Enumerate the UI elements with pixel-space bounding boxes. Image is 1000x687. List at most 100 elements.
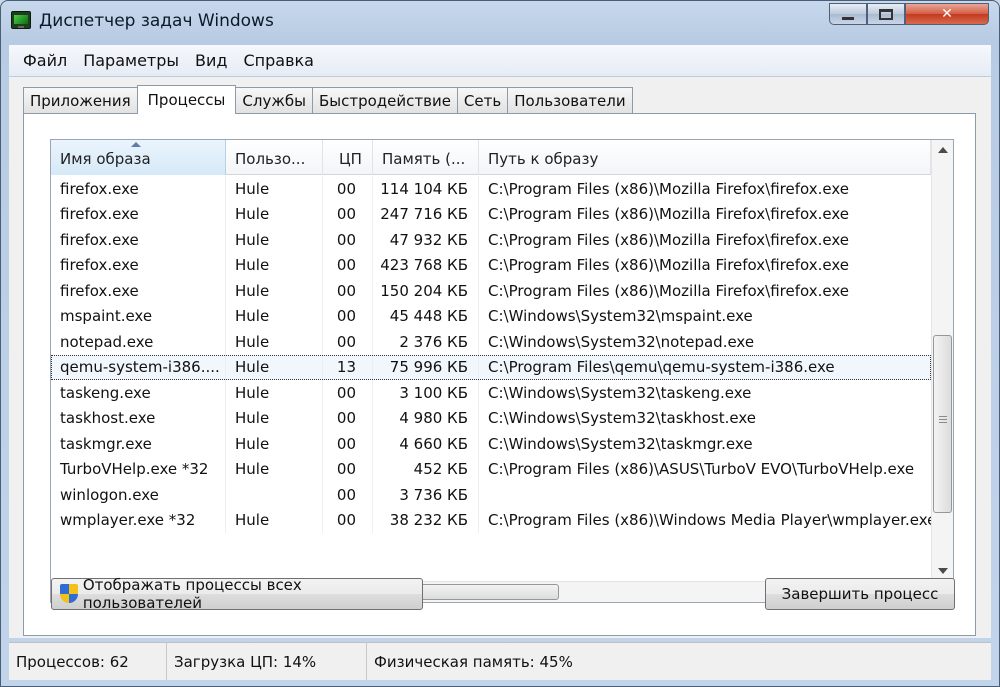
cell-image-name: firefox.exe: [51, 252, 226, 278]
cell-path: C:\Program Files (x86)\Mozilla Firefox\f…: [488, 205, 849, 224]
maximize-icon: [879, 8, 893, 20]
column-header-user[interactable]: Пользо...: [226, 140, 323, 175]
cell-user: Hule: [226, 456, 323, 482]
close-icon: ✕: [941, 6, 953, 22]
cell-image-name: notepad.exe: [51, 329, 226, 355]
table-row[interactable]: wmplayer.exe *32 Hule 00 38 232 КБ C:\Progra…: [51, 507, 931, 533]
menu-view[interactable]: Вид: [187, 51, 235, 70]
show-all-users-button[interactable]: Отображать процессы всех пользователей: [51, 576, 423, 612]
cell-path: C:\Windows\System32\notepad.exe: [488, 332, 755, 351]
column-header-memory[interactable]: Память (...: [373, 140, 479, 175]
cell-cpu: 00: [323, 482, 373, 508]
tab-users[interactable]: Пользователи: [507, 87, 633, 113]
cell-memory: 452 КБ: [373, 456, 479, 482]
cell-memory: 247 716 КБ: [373, 201, 479, 227]
tab-services[interactable]: Службы: [235, 87, 313, 113]
table-row[interactable]: firefox.exe Hule 00 247 716 КБ C:\Program Fi…: [51, 201, 931, 227]
cell-memory: 4 660 КБ: [373, 431, 479, 457]
column-label: Путь к образу: [488, 150, 599, 168]
cell-memory: 3 100 КБ: [373, 380, 479, 406]
table-row[interactable]: firefox.exe Hule 00 114 104 КБ C:\Program Fi…: [51, 176, 931, 202]
sort-up-icon: [131, 142, 141, 147]
window-title: Диспетчер задач Windows: [39, 11, 274, 31]
cell-cpu: 00: [323, 176, 373, 202]
table-row[interactable]: firefox.exe Hule 00 47 932 КБ C:\Program Fil…: [51, 227, 931, 253]
cell-path: [479, 482, 931, 508]
scroll-up-button[interactable]: [932, 140, 953, 160]
column-header-path[interactable]: Путь к образу: [479, 140, 931, 175]
tab-network[interactable]: Сеть: [456, 87, 509, 113]
table-row[interactable]: taskeng.exe Hule 00 3 100 КБ C:\Windows\Syst…: [51, 380, 931, 406]
table-row[interactable]: taskhost.exe Hule 00 4 980 КБ C:\Windows\Sys…: [51, 405, 931, 431]
cell-image-name: firefox.exe: [51, 176, 226, 202]
title-bar[interactable]: Диспетчер задач Windows ✕: [1, 1, 999, 43]
cell-cpu: 13: [323, 354, 373, 380]
cell-cpu: 00: [323, 431, 373, 457]
cell-cpu: 00: [323, 456, 373, 482]
cell-image-name: qemu-system-i386....: [51, 354, 226, 380]
cell-user: Hule: [226, 252, 323, 278]
tab-performance[interactable]: Быстродействие: [311, 87, 458, 113]
arrow-up-icon: [938, 147, 948, 153]
cell-memory: 75 996 КБ: [373, 354, 479, 380]
menu-options[interactable]: Параметры: [75, 51, 187, 70]
cell-cpu: 00: [323, 252, 373, 278]
table-row[interactable]: mspaint.exe Hule 00 45 448 КБ C:\Windows\Sys…: [51, 303, 931, 329]
table-row[interactable]: notepad.exe Hule 00 2 376 КБ C:\Windows\Syst…: [51, 329, 931, 355]
cell-user: Hule: [226, 329, 323, 355]
cell-user: Hule: [226, 405, 323, 431]
cell-user: [226, 482, 323, 508]
cell-user: Hule: [226, 176, 323, 202]
task-manager-icon: [11, 11, 31, 29]
cell-path: C:\Windows\System32\mspaint.exe: [488, 307, 753, 326]
close-button[interactable]: ✕: [905, 3, 989, 25]
cell-memory: 47 932 КБ: [373, 227, 479, 253]
process-list[interactable]: Имя образа Пользо... ЦП Память (... Путь…: [50, 139, 954, 603]
minimize-button[interactable]: [829, 3, 867, 25]
column-header-image-name[interactable]: Имя образа: [51, 140, 226, 175]
cell-path: C:\Program Files (x86)\ASUS\TurboV EVO\T…: [488, 460, 915, 479]
table-row[interactable]: firefox.exe Hule 00 423 768 КБ C:\Program Fi…: [51, 252, 931, 278]
tab-applications[interactable]: Приложения: [23, 87, 138, 113]
cell-user: Hule: [226, 278, 323, 304]
cell-image-name: taskhost.exe: [51, 405, 226, 431]
status-cpu: Загрузка ЦП: 14%: [167, 643, 367, 680]
table-row[interactable]: firefox.exe Hule 00 150 204 КБ C:\Program Fi…: [51, 278, 931, 304]
processes-panel: Имя образа Пользо... ЦП Память (... Путь…: [23, 113, 976, 636]
cell-user: Hule: [226, 201, 323, 227]
cell-image-name: winlogon.exe: [51, 482, 226, 508]
cell-path: C:\Program Files (x86)\Mozilla Firefox\f…: [488, 179, 849, 198]
menu-file[interactable]: Файл: [9, 51, 75, 70]
cell-image-name: mspaint.exe: [51, 303, 226, 329]
table-row[interactable]: qemu-system-i386.... Hule 13 75 996 КБ C:\Pr…: [51, 354, 931, 380]
table-row[interactable]: TurboVHelp.exe *32 Hule 00 452 КБ C:\Program…: [51, 456, 931, 482]
cell-image-name: wmplayer.exe *32: [51, 507, 226, 533]
table-row[interactable]: winlogon.exe 00 3 736 КБ: [51, 482, 931, 508]
maximize-button[interactable]: [867, 3, 905, 25]
vertical-scrollbar[interactable]: [931, 140, 953, 581]
tab-strip: Приложения Процессы Службы Быстродействи…: [23, 85, 633, 114]
cell-memory: 114 104 КБ: [373, 176, 479, 202]
cell-path: C:\Program Files (x86)\Mozilla Firefox\f…: [488, 256, 849, 275]
cell-image-name: firefox.exe: [51, 227, 226, 253]
cell-cpu: 00: [323, 329, 373, 355]
cell-cpu: 00: [323, 405, 373, 431]
cell-image-name: taskmgr.exe: [51, 431, 226, 457]
status-bar: Процессов: 62 Загрузка ЦП: 14% Физическа…: [9, 642, 991, 680]
column-header-cpu[interactable]: ЦП: [323, 140, 373, 175]
grip-icon: [939, 416, 947, 425]
column-label: Имя образа: [60, 150, 151, 168]
cell-cpu: 00: [323, 278, 373, 304]
cell-path: C:\Program Files (x86)\Mozilla Firefox\f…: [488, 230, 849, 249]
client-area: Приложения Процессы Службы Быстродействи…: [9, 77, 991, 638]
cell-memory: 2 376 КБ: [373, 329, 479, 355]
vertical-scroll-thumb[interactable]: [933, 335, 952, 513]
cell-memory: 3 736 КБ: [373, 482, 479, 508]
show-all-users-label: Отображать процессы всех пользователей: [82, 576, 302, 612]
table-row[interactable]: taskmgr.exe Hule 00 4 660 КБ C:\Windows\Syst…: [51, 431, 931, 457]
cell-cpu: 00: [323, 507, 373, 533]
tab-processes[interactable]: Процессы: [136, 85, 237, 114]
end-process-button[interactable]: Завершить процесс: [765, 578, 955, 610]
cell-memory: 423 768 КБ: [373, 252, 479, 278]
menu-help[interactable]: Справка: [235, 51, 322, 70]
